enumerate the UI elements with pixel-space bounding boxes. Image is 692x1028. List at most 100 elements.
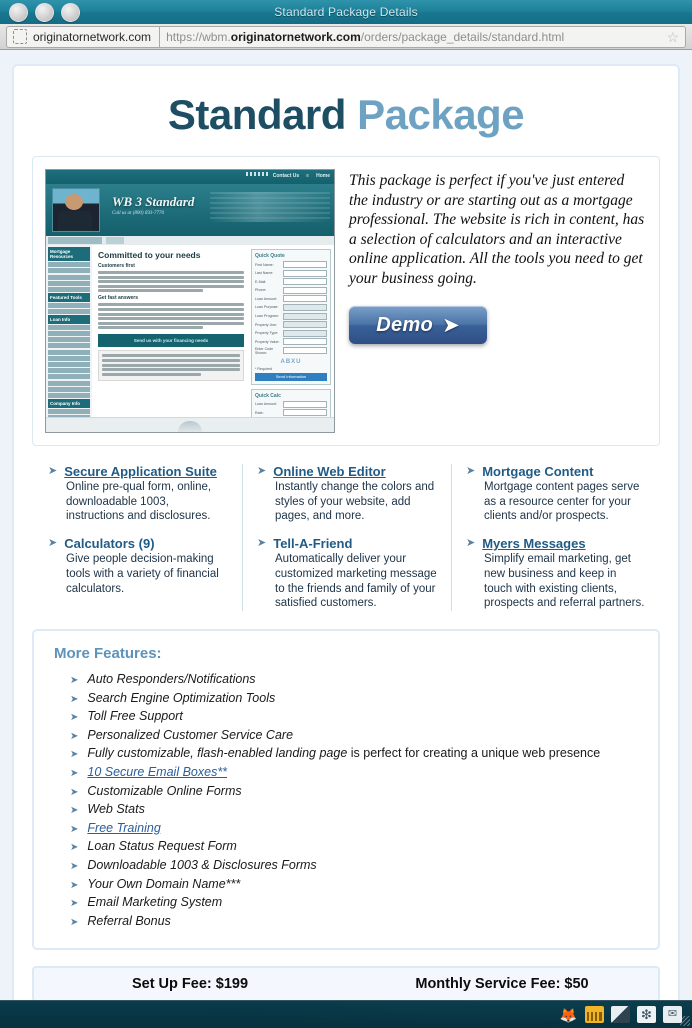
feature-description: Instantly change the colors and styles o… <box>275 481 435 523</box>
text-input[interactable] <box>283 261 327 268</box>
select-input[interactable] <box>283 329 327 337</box>
sidebar-heading: Company Info <box>48 399 90 408</box>
page-viewport: Standard Package Contact Us ≡ Home WB 3 … <box>0 50 692 1000</box>
feature-title-link[interactable]: Online Web Editor <box>273 464 385 479</box>
taskbar: 🦊 ❇ ✉ <box>0 1000 692 1028</box>
feature-description: Give people decision-making tools with a… <box>66 553 219 595</box>
site-identity-chip[interactable]: originatornetwork.com <box>6 25 160 48</box>
captcha-input[interactable] <box>283 347 327 355</box>
field-label: Property Type: <box>255 331 279 336</box>
browser-window: Standard Package Details originatornetwo… <box>0 0 692 1000</box>
arrow-bullet-icon: ➤ <box>257 465 267 477</box>
sidebar-item[interactable] <box>48 337 90 343</box>
list-item: ➤ Customizable Online Forms <box>70 784 640 799</box>
sidebar-item[interactable] <box>48 361 90 367</box>
sidebar-item[interactable] <box>48 392 90 398</box>
feature-title-link[interactable]: Secure Application Suite <box>64 464 217 479</box>
page-title: Standard Package <box>32 94 660 136</box>
list-item: ➤ Fully customizable, flash-enabled landi… <box>70 746 640 761</box>
sidebar-item[interactable] <box>48 280 90 286</box>
browser-toolbar: originatornetwork.com https://wbm.origin… <box>0 24 692 50</box>
feature-description: Online pre-qual form, online, downloadab… <box>66 481 212 523</box>
more-features-title: More Features: <box>54 645 162 663</box>
star-icon[interactable]: ☆ <box>666 30 679 44</box>
form-row: Property Use: <box>255 321 327 329</box>
site-banner: WB 3 Standard Call us at (800) 693-7770 <box>46 184 334 236</box>
chart-icon[interactable] <box>585 1006 604 1023</box>
send-information-button[interactable]: Send Information <box>255 372 327 381</box>
arrow-bullet-icon: ➤ <box>48 465 58 477</box>
sidebar-item[interactable] <box>48 368 90 374</box>
sidebar-item[interactable] <box>48 408 90 414</box>
field-label: Enter Code Shown: <box>255 346 274 355</box>
list-item-label: Email Marketing System <box>87 895 223 910</box>
arrow-bullet-icon: ➤ <box>70 879 79 891</box>
resize-grip[interactable] <box>680 1016 690 1026</box>
form-row: Loan Program: <box>255 312 327 320</box>
sidebar-item[interactable] <box>48 386 90 392</box>
firefox-icon[interactable]: 🦊 <box>559 1006 578 1023</box>
list-item-label: Loan Status Request Form <box>87 839 237 854</box>
window-icon[interactable] <box>611 1006 630 1023</box>
sidebar-item[interactable] <box>48 274 90 280</box>
text-input[interactable] <box>283 400 327 408</box>
arrow-right-icon: ➤ <box>442 313 460 337</box>
text-input[interactable] <box>283 269 327 277</box>
feature-secure-application-suite: ➤ Secure Application Suite Online pre-qu… <box>48 464 228 524</box>
text-input[interactable] <box>283 286 327 294</box>
select-input[interactable] <box>283 303 327 311</box>
list-item: ➤ Your Own Domain Name*** <box>70 877 640 892</box>
feature-columns: ➤ Secure Application Suite Online pre-qu… <box>32 464 660 612</box>
select-input[interactable] <box>283 321 327 329</box>
arrow-bullet-icon: ➤ <box>257 537 267 550</box>
sidebar-item[interactable] <box>48 268 90 274</box>
field-label: First Name: <box>255 262 274 267</box>
sidebar-item[interactable] <box>48 380 90 386</box>
snowflake-icon[interactable]: ❇ <box>637 1006 656 1023</box>
list-item-link[interactable]: 10 Secure Email Boxes** <box>87 765 227 780</box>
list-item-link[interactable]: Free Training <box>87 821 160 836</box>
list-item: ➤ Search Engine Optimization Tools <box>70 691 640 706</box>
arrow-bullet-icon: ➤ <box>466 465 476 477</box>
list-item-label: Auto Responders/Notifications <box>87 672 256 687</box>
text-input[interactable] <box>283 409 327 417</box>
feature-column-1: ➤ Secure Application Suite Online pre-qu… <box>32 464 242 611</box>
select-input[interactable] <box>283 312 327 320</box>
site-identity-icon <box>13 29 27 44</box>
list-item: ➤ Downloadable 1003 & Disclosures Forms <box>70 858 640 873</box>
sidebar-item[interactable] <box>48 262 90 268</box>
feature-title-link[interactable]: Myers Messages <box>482 536 585 551</box>
sidebar-item[interactable] <box>48 309 90 314</box>
captcha-image: ABXU <box>280 358 302 365</box>
page-title-part2: Package <box>357 91 525 138</box>
sidebar-item[interactable] <box>48 302 90 308</box>
sidebar-item[interactable] <box>48 374 90 380</box>
sidebar-item[interactable] <box>48 355 90 361</box>
list-item-label: Toll Free Support <box>87 709 183 724</box>
sidebar-item[interactable] <box>48 331 90 336</box>
demo-button[interactable]: Demo ➤ <box>349 306 487 345</box>
form-row: Rate: <box>255 409 327 417</box>
website-screenshot-thumbnail[interactable]: Contact Us ≡ Home WB 3 Standard Call us … <box>45 169 335 433</box>
required-note: * Required <box>255 366 272 371</box>
text-input[interactable] <box>283 278 327 286</box>
sidebar-item[interactable] <box>48 343 90 349</box>
form-row: Phone: <box>255 286 327 294</box>
sidebar-item[interactable] <box>48 287 90 292</box>
site-footer <box>46 417 334 432</box>
text-input[interactable] <box>283 295 327 303</box>
address-bar[interactable]: https://wbm.originatornetwork.com/orders… <box>159 25 686 48</box>
page-title-part1: Standard <box>167 91 347 138</box>
quick-quote-title: Quick Quote <box>255 253 285 259</box>
demo-button-label: Demo <box>376 313 434 336</box>
field-label: Last Name: <box>255 271 274 276</box>
sidebar-item[interactable] <box>48 349 90 355</box>
quick-quote-form[interactable]: Quick Quote First Name: Last Name: E-Mai… <box>251 249 331 385</box>
site-cta-banner[interactable]: Send us with your financing needs <box>98 334 244 348</box>
site-nav-separator: ≡ <box>306 173 310 179</box>
text-input[interactable] <box>283 338 327 346</box>
more-features-box: More Features: ➤ Auto Responders/Notifica… <box>32 629 660 951</box>
sidebar-item[interactable] <box>48 324 90 330</box>
feature-title: Mortgage Content <box>482 464 594 479</box>
site-secondary-heading: Get fast answers <box>98 295 139 302</box>
